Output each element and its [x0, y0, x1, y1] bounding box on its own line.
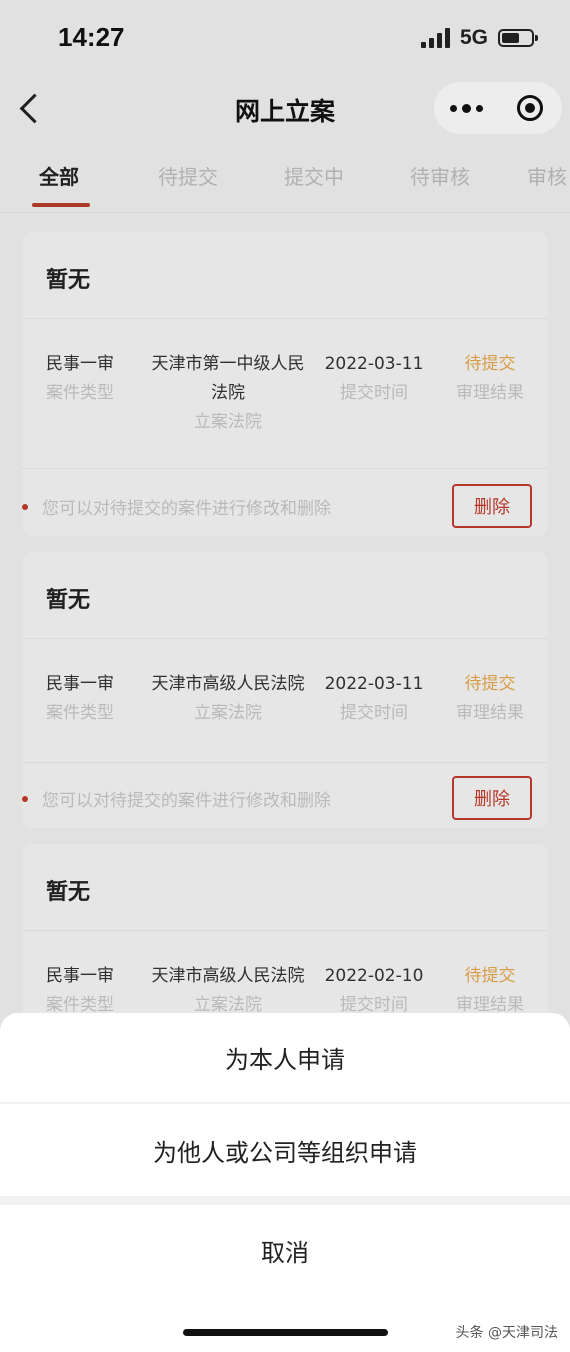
home-indicator[interactable]: [183, 1329, 388, 1336]
watermark: 头条 @天津司法: [455, 1325, 558, 1341]
apply-for-self-button[interactable]: 为本人申请: [0, 1013, 570, 1103]
action-sheet: 为本人申请 为他人或公司等组织申请 取消: [0, 1013, 570, 1352]
apply-for-others-button[interactable]: 为他人或公司等组织申请: [0, 1104, 570, 1196]
